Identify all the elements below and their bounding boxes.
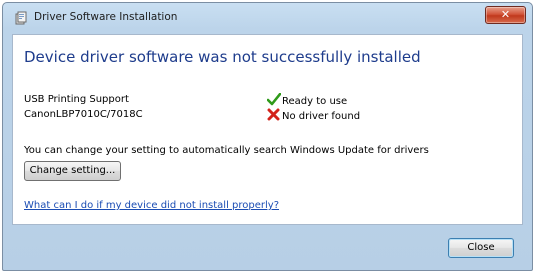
- device-name: USB Printing Support: [24, 94, 129, 105]
- device-status: Ready to use: [266, 92, 348, 107]
- device-status-text: Ready to use: [282, 96, 348, 107]
- window-title: Driver Software Installation: [34, 11, 178, 23]
- dialog-content: Device driver software was not successfu…: [12, 34, 523, 225]
- green-check-icon: [266, 92, 282, 106]
- device-status-text: No driver found: [282, 111, 361, 122]
- close-icon: ✕: [500, 8, 511, 21]
- info-text: You can change your setting to automatic…: [24, 145, 429, 156]
- device-status: No driver found: [267, 108, 360, 122]
- driver-install-icon: [14, 11, 29, 26]
- change-setting-button[interactable]: Change setting...: [24, 161, 121, 181]
- close-button[interactable]: Close: [448, 238, 514, 258]
- device-name: CanonLBP7010C/7018C: [24, 109, 143, 120]
- dialog-window: Driver Software Installation ✕ Device dr…: [2, 2, 533, 271]
- title-bar[interactable]: Driver Software Installation ✕: [3, 3, 532, 33]
- red-x-icon: [267, 108, 281, 121]
- dialog-heading: Device driver software was not successfu…: [24, 48, 421, 66]
- help-link[interactable]: What can I do if my device did not insta…: [24, 200, 279, 211]
- window-close-button[interactable]: ✕: [485, 6, 526, 24]
